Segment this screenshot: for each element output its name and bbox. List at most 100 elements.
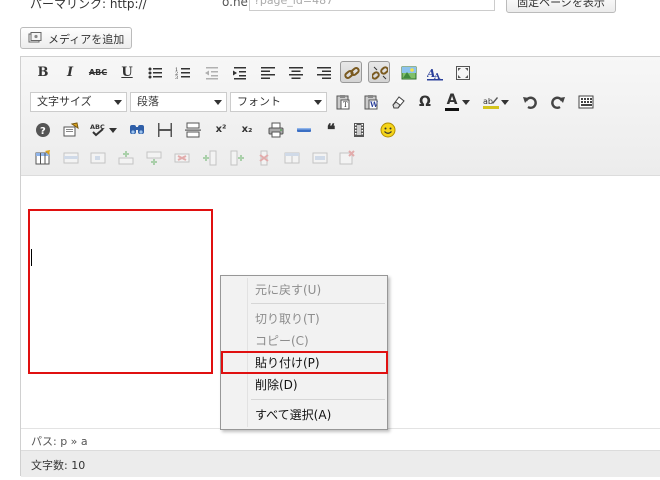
row-before-icon — [118, 151, 134, 165]
spellcheck-dropdown[interactable] — [107, 119, 119, 141]
table-row-props-icon — [63, 152, 79, 164]
align-center-button[interactable] — [285, 62, 307, 84]
permalink-input[interactable]: ?page_id=487 — [249, 0, 495, 11]
indent-button[interactable] — [229, 62, 251, 84]
underline-button[interactable]: U — [116, 62, 138, 84]
menu-item-select-all[interactable]: すべて選択(A) — [223, 405, 385, 425]
table-cell-props-button[interactable] — [87, 147, 109, 169]
delete-table-button[interactable] — [336, 147, 358, 169]
highlight-color-dropdown[interactable] — [499, 91, 511, 113]
chevron-down-icon — [109, 128, 117, 133]
row-after-button[interactable] — [143, 147, 165, 169]
spellcheck-button[interactable]: ABC — [87, 119, 109, 141]
unlink-button[interactable] — [368, 61, 390, 83]
spellcheck-icon: AA — [427, 67, 443, 81]
paragraph-format-select[interactable]: 段落 — [130, 92, 227, 112]
paste-word-icon: W — [364, 95, 378, 110]
col-after-icon — [230, 150, 244, 166]
insert-table-button[interactable] — [32, 147, 54, 169]
bold-button[interactable]: B — [32, 62, 54, 84]
align-right-icon — [317, 67, 331, 79]
delete-col-button[interactable] — [253, 147, 275, 169]
kitchen-sink-icon — [578, 95, 594, 109]
paste-highlight-box — [221, 351, 388, 374]
fullscreen-icon — [456, 66, 470, 80]
split-cells-button[interactable] — [281, 147, 303, 169]
table-cell-props-icon — [90, 152, 106, 164]
col-before-icon — [203, 150, 217, 166]
align-left-icon — [261, 67, 275, 79]
insert-button[interactable] — [60, 119, 82, 141]
menu-item-cut[interactable]: 切り取り(T) — [223, 309, 385, 329]
table-row-props-button[interactable] — [60, 147, 82, 169]
view-page-button[interactable]: 固定ページを表示 — [506, 0, 616, 13]
bullet-list-button[interactable] — [144, 62, 166, 84]
horizontal-rule-button[interactable] — [154, 119, 176, 141]
quote-button[interactable]: ❝ — [320, 119, 342, 141]
highlight-color-icon: ab — [483, 97, 499, 109]
insert-image-button[interactable] — [398, 62, 420, 84]
search-replace-button[interactable] — [126, 119, 148, 141]
blockquote-line-button[interactable] — [293, 119, 315, 141]
font-size-select[interactable]: 文字サイズ — [30, 92, 127, 112]
redo-button[interactable] — [547, 91, 569, 113]
help-button[interactable]: ? — [32, 119, 54, 141]
chevron-down-icon — [462, 100, 470, 105]
page-break-button[interactable] — [182, 119, 204, 141]
kitchen-sink-button[interactable] — [575, 91, 597, 113]
merge-cells-icon — [312, 152, 328, 164]
table-icon — [35, 150, 50, 165]
link-button[interactable] — [340, 61, 362, 83]
menu-item-undo[interactable]: 元に戻す(U) — [223, 280, 385, 300]
align-right-button[interactable] — [313, 62, 335, 84]
merge-cells-button[interactable] — [309, 147, 331, 169]
menu-item-copy[interactable]: コピー(C) — [223, 331, 385, 351]
add-media-label: メディアを追加 — [48, 33, 125, 46]
emoticon-icon — [380, 122, 396, 138]
font-family-select[interactable]: フォント — [230, 92, 327, 112]
element-path-label: パス: p » a — [31, 435, 88, 448]
delete-row-icon — [174, 153, 190, 163]
numbered-list-icon: 123 — [175, 67, 190, 81]
word-count-label: 文字数: 10 — [31, 459, 86, 472]
undo-button[interactable] — [519, 91, 541, 113]
media-upload-icon — [28, 32, 42, 43]
align-left-button[interactable] — [257, 62, 279, 84]
print-button[interactable] — [265, 119, 287, 141]
numbered-list-button[interactable]: 123 — [172, 62, 194, 84]
delete-table-icon — [339, 150, 355, 165]
element-path-bar: パス: p » a — [21, 428, 660, 451]
italic-button[interactable]: I — [59, 62, 81, 84]
remove-format-button[interactable] — [387, 91, 409, 113]
chevron-down-icon — [114, 100, 122, 105]
special-char-button[interactable]: Ω — [414, 91, 436, 113]
bullet-list-icon — [148, 67, 162, 79]
blockquote-icon — [297, 128, 311, 132]
context-menu: 元に戻す(U) 切り取り(T) コピー(C) 貼り付け(P) 削除(D) すべて… — [220, 275, 388, 430]
page-break-icon — [185, 122, 201, 138]
add-media-button[interactable]: メディアを追加 — [20, 27, 132, 49]
text-color-dropdown[interactable] — [460, 91, 472, 113]
outdent-button[interactable] — [201, 62, 223, 84]
delete-row-button[interactable] — [171, 147, 193, 169]
insert-media-button[interactable] — [348, 119, 370, 141]
col-before-button[interactable] — [199, 147, 221, 169]
eraser-icon — [392, 96, 405, 109]
menu-separator — [251, 399, 385, 400]
svg-text:T: T — [343, 101, 348, 109]
fullscreen-button[interactable] — [452, 62, 474, 84]
paste-text-button[interactable]: T — [332, 91, 354, 113]
outdent-icon — [205, 67, 218, 80]
subscript-button[interactable]: x₂ — [236, 119, 258, 141]
emoticon-button[interactable] — [377, 119, 399, 141]
row-before-button[interactable] — [115, 147, 137, 169]
strikethrough-button[interactable]: ABC — [87, 62, 109, 84]
spellcheck-font-button[interactable]: AA — [424, 62, 446, 84]
col-after-button[interactable] — [226, 147, 248, 169]
menu-item-delete[interactable]: 削除(D) — [223, 375, 385, 395]
chevron-down-icon — [501, 100, 509, 105]
split-cells-icon — [284, 152, 300, 164]
search-icon — [130, 125, 144, 134]
paste-word-button[interactable]: W — [360, 91, 382, 113]
superscript-button[interactable]: x² — [210, 119, 232, 141]
